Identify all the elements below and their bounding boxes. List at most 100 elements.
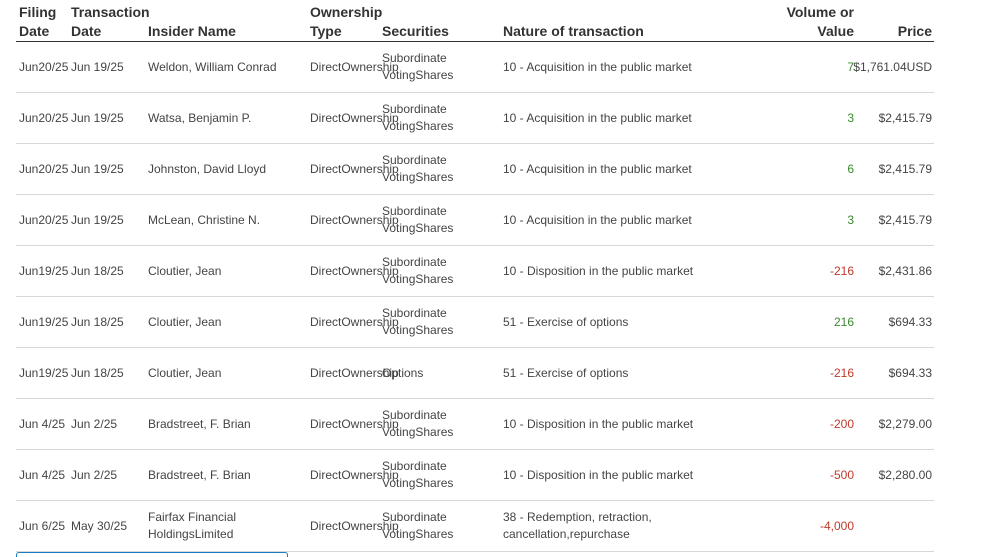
cell-securities: Subordinate VotingShares [382, 195, 500, 245]
cell-ownership-type: DirectOwnership [310, 399, 399, 449]
cell-nature-text: 10 - Disposition in the public market [503, 416, 694, 431]
table-body: Jun20/25 Jun 19/25 Weldon, William Conrad D… [16, 42, 934, 552]
cell-volume: 216 [754, 297, 854, 347]
header-filing-date[interactable]: Filing Date [19, 3, 56, 41]
cell-nature-text: 51 - Exercise of options [503, 314, 629, 329]
cell-insider-name-text: Weldon, William Conrad [148, 59, 277, 74]
cell-nature: 10 - Acquisition in the public market [503, 93, 743, 143]
cell-ownership-type-text: Direct [310, 467, 342, 482]
cell-transaction-date: Jun 18/25 [71, 246, 149, 296]
cell-volume: -216 [754, 246, 854, 296]
cell-ownership-type-text: Direct [310, 212, 342, 227]
cell-price: $2,280.00 [852, 450, 932, 500]
cell-volume: 6 [754, 144, 854, 194]
cell-nature-text: repurchase [569, 527, 630, 541]
cell-securities-text: Shares [415, 527, 454, 541]
cell-filing-date-text: 19/25 [38, 263, 69, 278]
cell-insider-name-text: Cloutier, Jean [148, 263, 222, 278]
cell-nature: 10 - Disposition in the public market [503, 246, 743, 296]
cell-ownership-type: DirectOwnership [310, 348, 399, 398]
cell-nature: 51 - Exercise of options [503, 348, 743, 398]
cell-securities-text: Options [382, 365, 424, 380]
cell-filing-date-text: Jun 4/25 [19, 467, 66, 482]
table-row: Jun20/25 Jun 19/25 Watsa, Benjamin P. Direc… [16, 93, 934, 144]
header-volume-line2: Value [817, 23, 854, 39]
cell-price-text: $1,761.04 [853, 59, 907, 74]
cell-insider-name: McLean, Christine N. [148, 195, 308, 245]
cell-filing-date-text: Jun [19, 263, 39, 278]
button-partial[interactable] [16, 552, 288, 557]
cell-volume-text: -216 [829, 365, 854, 380]
cell-securities: Subordinate VotingShares [382, 501, 500, 551]
cell-volume: 7 [754, 42, 854, 92]
cell-volume-text: 216 [833, 314, 854, 329]
cell-price: $694.33 [852, 348, 932, 398]
cell-ownership-type-text: Direct [310, 365, 342, 380]
header-ownership-type-line1: Ownership [310, 4, 383, 20]
cell-insider-name-text: Cloutier, Jean [148, 314, 222, 329]
cell-volume: -200 [754, 399, 854, 449]
cell-nature: 51 - Exercise of options [503, 297, 743, 347]
cell-price: $2,279.00 [852, 399, 932, 449]
cell-price: $2,415.79 [852, 144, 932, 194]
cell-ownership-type: DirectOwnership [310, 144, 399, 194]
cell-price-text: $2,279.00 [878, 416, 932, 431]
cell-price-text: $2,415.79 [878, 110, 932, 125]
cell-insider-name-text: Bradstreet, F. Brian [148, 416, 251, 431]
cell-securities-text: Shares [415, 272, 454, 286]
cell-ownership-type-text: Direct [310, 416, 342, 431]
cell-insider-name-text: Limited [194, 527, 234, 541]
cell-filing-date-text: Jun [19, 314, 39, 329]
cell-nature-text: 10 - Acquisition in the public market [503, 110, 692, 125]
cell-ownership-type: DirectOwnership [310, 246, 399, 296]
cell-ownership-type: DirectOwnership [310, 42, 399, 92]
header-insider-name[interactable]: Insider Name [148, 22, 236, 41]
table-row: Jun 6/25 May 30/25 Fairfax Financial Holdi… [16, 501, 934, 552]
cell-transaction-date: May 30/25 [71, 501, 149, 551]
header-ownership-type[interactable]: Ownership Type [310, 3, 382, 41]
cell-ownership-type-text: Direct [310, 263, 342, 278]
cell-filing-date-text: 19/25 [38, 314, 69, 329]
cell-price: $2,415.79 [852, 195, 932, 245]
cell-nature: 38 - Redemption, retraction, cancellatio… [503, 501, 743, 551]
cell-insider-name: Bradstreet, F. Brian [148, 399, 308, 449]
cell-filing-date: Jun 4/25 [19, 450, 71, 500]
table-row: Jun20/25 Jun 19/25 Johnston, David Lloyd Di… [16, 144, 934, 195]
cell-price-text: $2,431.86 [878, 263, 932, 278]
cell-ownership-type: DirectOwnership [310, 501, 399, 551]
table-row: Jun19/25 Jun 18/25 Cloutier, Jean DirectOwn… [16, 297, 934, 348]
insider-transactions-table: Filing Date Transaction Date Insider Nam… [16, 0, 934, 552]
cell-transaction-date: Jun 19/25 [71, 144, 149, 194]
table-row: Jun19/25 Jun 18/25 Cloutier, Jean DirectOwn… [16, 246, 934, 297]
cell-securities: Subordinate VotingShares [382, 399, 500, 449]
header-volume[interactable]: Volume or Value [787, 3, 854, 41]
cell-securities-text: Shares [415, 68, 454, 82]
cell-transaction-date-text: Jun 18/25 [71, 314, 124, 329]
cell-price-text: USD [906, 59, 932, 74]
cell-insider-name-text: Johnston, David Lloyd [148, 161, 267, 176]
header-price[interactable]: Price [898, 22, 932, 41]
cell-ownership-type: DirectOwnership [310, 93, 399, 143]
header-volume-line1: Volume or [786, 4, 854, 20]
cell-filing-date: Jun20/25 [19, 42, 71, 92]
cell-volume: 3 [754, 93, 854, 143]
header-securities[interactable]: Securities [382, 22, 449, 41]
cell-filing-date-text: Jun [19, 365, 39, 380]
cell-nature-text: 10 - Acquisition in the public market [503, 212, 692, 227]
cell-insider-name: Cloutier, Jean [148, 348, 308, 398]
cell-securities: Options [382, 348, 500, 398]
cell-ownership-type-text: Direct [310, 59, 342, 74]
cell-filing-date: Jun19/25 [19, 297, 71, 347]
cell-nature: 10 - Disposition in the public market [503, 399, 743, 449]
cell-volume: -216 [754, 348, 854, 398]
header-ownership-type-line2: Type [310, 23, 342, 39]
cell-ownership-type: DirectOwnership [310, 450, 399, 500]
cell-price-text: $2,280.00 [878, 467, 932, 482]
cell-volume-text: -500 [829, 467, 854, 482]
cell-insider-name: Bradstreet, F. Brian [148, 450, 308, 500]
cell-securities: Subordinate VotingShares [382, 246, 500, 296]
cell-nature-text: 10 - Disposition in the public market [503, 263, 694, 278]
header-nature[interactable]: Nature of transaction [503, 22, 644, 41]
cell-securities: Subordinate VotingShares [382, 297, 500, 347]
header-transaction-date[interactable]: Transaction Date [71, 3, 150, 41]
